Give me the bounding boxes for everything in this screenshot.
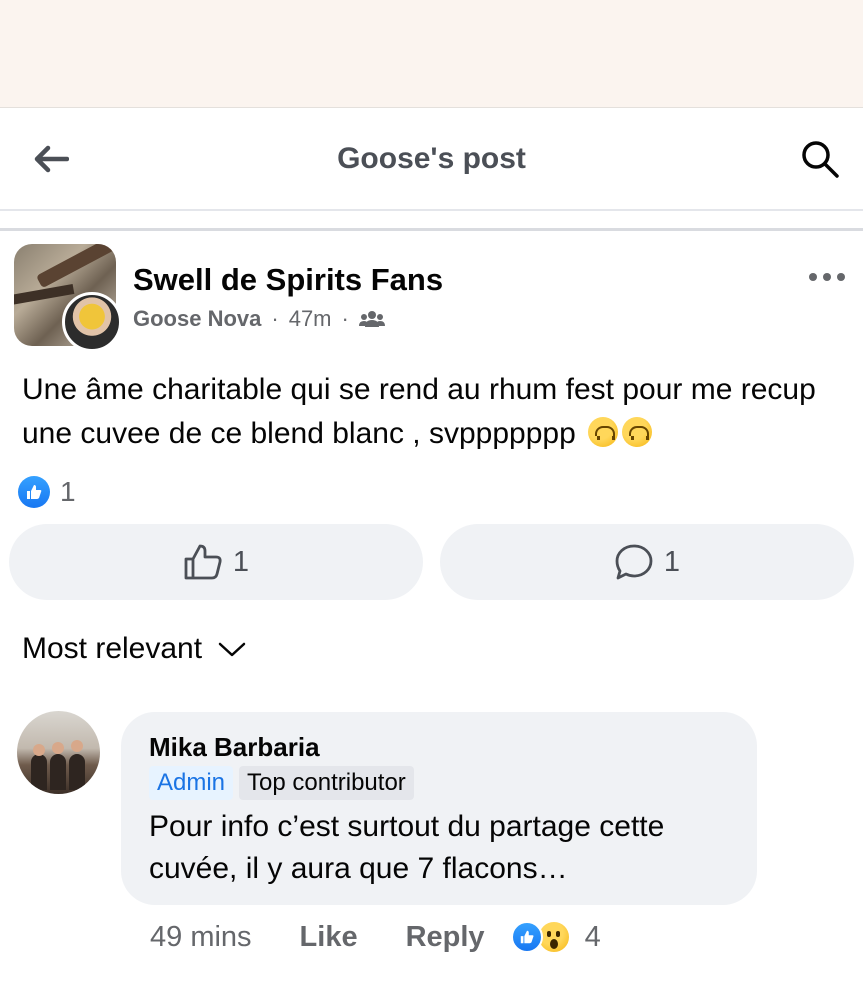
top-bar: Goose's post — [0, 108, 863, 211]
search-icon — [802, 141, 839, 178]
more-options-button[interactable] — [805, 262, 849, 292]
avatar-image-detail — [50, 754, 66, 790]
comment-like-button[interactable]: Like — [300, 921, 358, 954]
group-name[interactable]: Swell de Spirits Fans — [133, 262, 443, 298]
status-bar-area — [0, 0, 863, 108]
comment-time[interactable]: 49 mins — [150, 921, 252, 954]
meta-separator: · — [271, 306, 279, 331]
members-icon — [358, 311, 385, 327]
comment-reply-button[interactable]: Reply — [406, 921, 485, 954]
commenter-name[interactable]: Mika Barbaria — [149, 730, 729, 764]
divider — [0, 228, 863, 231]
upside-down-face-icon — [588, 417, 619, 447]
reaction-count: 1 — [60, 476, 76, 507]
top-contributor-badge[interactable]: Top contributor — [239, 766, 414, 800]
more-horizontal-icon — [809, 273, 845, 281]
comment-button[interactable]: 1 — [440, 524, 854, 600]
comment-reaction-count: 4 — [584, 920, 601, 953]
sort-label: Most relevant — [22, 632, 203, 665]
comment-bubble: Mika Barbaria Admin Top contributor Pour… — [121, 712, 757, 905]
comment-text: Pour info c’est surtout du partage cette… — [149, 810, 665, 885]
commenter-badges: Admin Top contributor — [149, 766, 729, 800]
like-count: 1 — [232, 545, 250, 578]
avatar-image-detail — [52, 742, 64, 754]
chevron-down-icon — [218, 642, 246, 657]
like-button[interactable]: 1 — [9, 524, 423, 600]
comment-reactions[interactable] — [510, 920, 571, 954]
comment-actions: 49 mins Like Reply 4 — [150, 920, 601, 954]
avatar-image-detail — [33, 744, 45, 756]
search-button[interactable] — [797, 136, 843, 182]
avatar-image-detail — [69, 754, 85, 790]
reaction-summary[interactable]: 1 — [18, 476, 76, 508]
avatar-image-detail — [14, 283, 75, 307]
like-reaction-icon — [18, 476, 50, 508]
author-avatar[interactable] — [62, 292, 122, 352]
avatar-image-detail — [35, 244, 116, 289]
commenter-avatar[interactable] — [17, 711, 100, 794]
thumbs-up-icon — [184, 544, 222, 580]
post-meta: Goose Nova · 47m · — [133, 306, 385, 332]
page-title: Goose's post — [337, 142, 526, 175]
meta-separator: · — [341, 306, 349, 331]
admin-badge[interactable]: Admin — [149, 766, 234, 800]
avatar-image-detail — [71, 740, 83, 752]
avatar-image-detail — [31, 754, 47, 790]
like-reaction-icon — [510, 921, 543, 953]
post-body: Une âme charitable qui se rend au rhum f… — [22, 368, 852, 456]
upside-down-face-icon — [622, 417, 653, 447]
post-text: Une âme charitable qui se rend au rhum f… — [22, 373, 816, 450]
author-name[interactable]: Goose Nova — [133, 306, 261, 332]
post-time[interactable]: 47m — [289, 306, 332, 332]
comment-count: 1 — [663, 545, 681, 578]
comment-bubble-icon — [615, 544, 653, 580]
sort-comments-dropdown[interactable]: Most relevant — [22, 632, 246, 666]
